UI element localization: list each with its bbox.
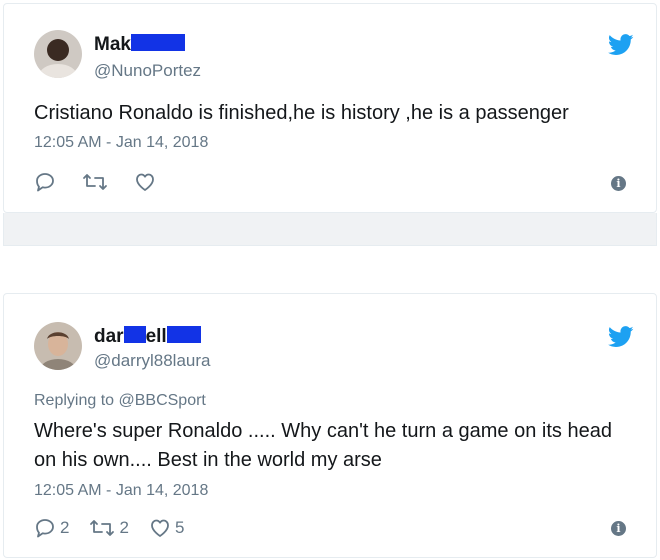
retweet-icon xyxy=(90,520,115,536)
redaction-bar xyxy=(166,326,201,343)
reply-button[interactable] xyxy=(34,171,60,193)
tweet-actions: 2 2 5 xyxy=(34,516,204,540)
like-button[interactable] xyxy=(134,171,160,193)
reply-button[interactable]: 2 xyxy=(34,517,69,539)
info-icon[interactable]: i xyxy=(611,521,626,536)
divider xyxy=(3,213,657,246)
display-name[interactable]: Mak xyxy=(94,34,185,56)
user-handle[interactable]: @NunoPortez xyxy=(94,61,201,81)
twitter-bird-icon[interactable] xyxy=(607,326,634,348)
redaction-bar xyxy=(130,34,185,51)
tweet-timestamp[interactable]: 12:05 AM - Jan 14, 2018 xyxy=(34,134,208,152)
reply-count: 2 xyxy=(60,518,70,537)
display-name-part2: ell xyxy=(145,326,167,347)
twitter-bird-icon[interactable] xyxy=(607,34,634,56)
retweet-icon xyxy=(83,174,107,190)
retweet-count: 2 xyxy=(119,518,129,537)
tweet-card[interactable]: dar ell @darryl88laura Replying to @BBCSp… xyxy=(3,293,657,558)
display-name[interactable]: dar ell xyxy=(94,326,201,348)
display-name-text: Mak xyxy=(94,34,131,55)
tweet-card[interactable]: Mak @NunoPortez Cristiano Ronaldo is fin… xyxy=(3,3,657,213)
avatar[interactable] xyxy=(34,30,82,78)
avatar[interactable] xyxy=(34,322,82,370)
heart-icon xyxy=(136,173,154,191)
redaction-bar xyxy=(123,326,146,343)
tweet-actions xyxy=(34,170,180,194)
retweet-button[interactable]: 2 xyxy=(89,517,129,539)
tweet-text: Cristiano Ronaldo is finished,he is hist… xyxy=(34,102,569,124)
user-handle[interactable]: @darryl88laura xyxy=(94,351,210,371)
info-icon[interactable]: i xyxy=(611,176,626,191)
tweet-text: Where's super Ronaldo ..... Why can't he… xyxy=(34,420,612,471)
like-button[interactable]: 5 xyxy=(149,517,184,539)
heart-icon xyxy=(151,519,169,537)
retweet-button[interactable] xyxy=(82,171,112,193)
reply-icon xyxy=(36,173,54,192)
replying-to[interactable]: Replying to @BBCSport xyxy=(34,392,206,410)
display-name-part1: dar xyxy=(94,326,124,347)
tweet-timestamp[interactable]: 12:05 AM - Jan 14, 2018 xyxy=(34,482,208,500)
reply-icon xyxy=(36,519,54,538)
like-count: 5 xyxy=(174,518,185,537)
